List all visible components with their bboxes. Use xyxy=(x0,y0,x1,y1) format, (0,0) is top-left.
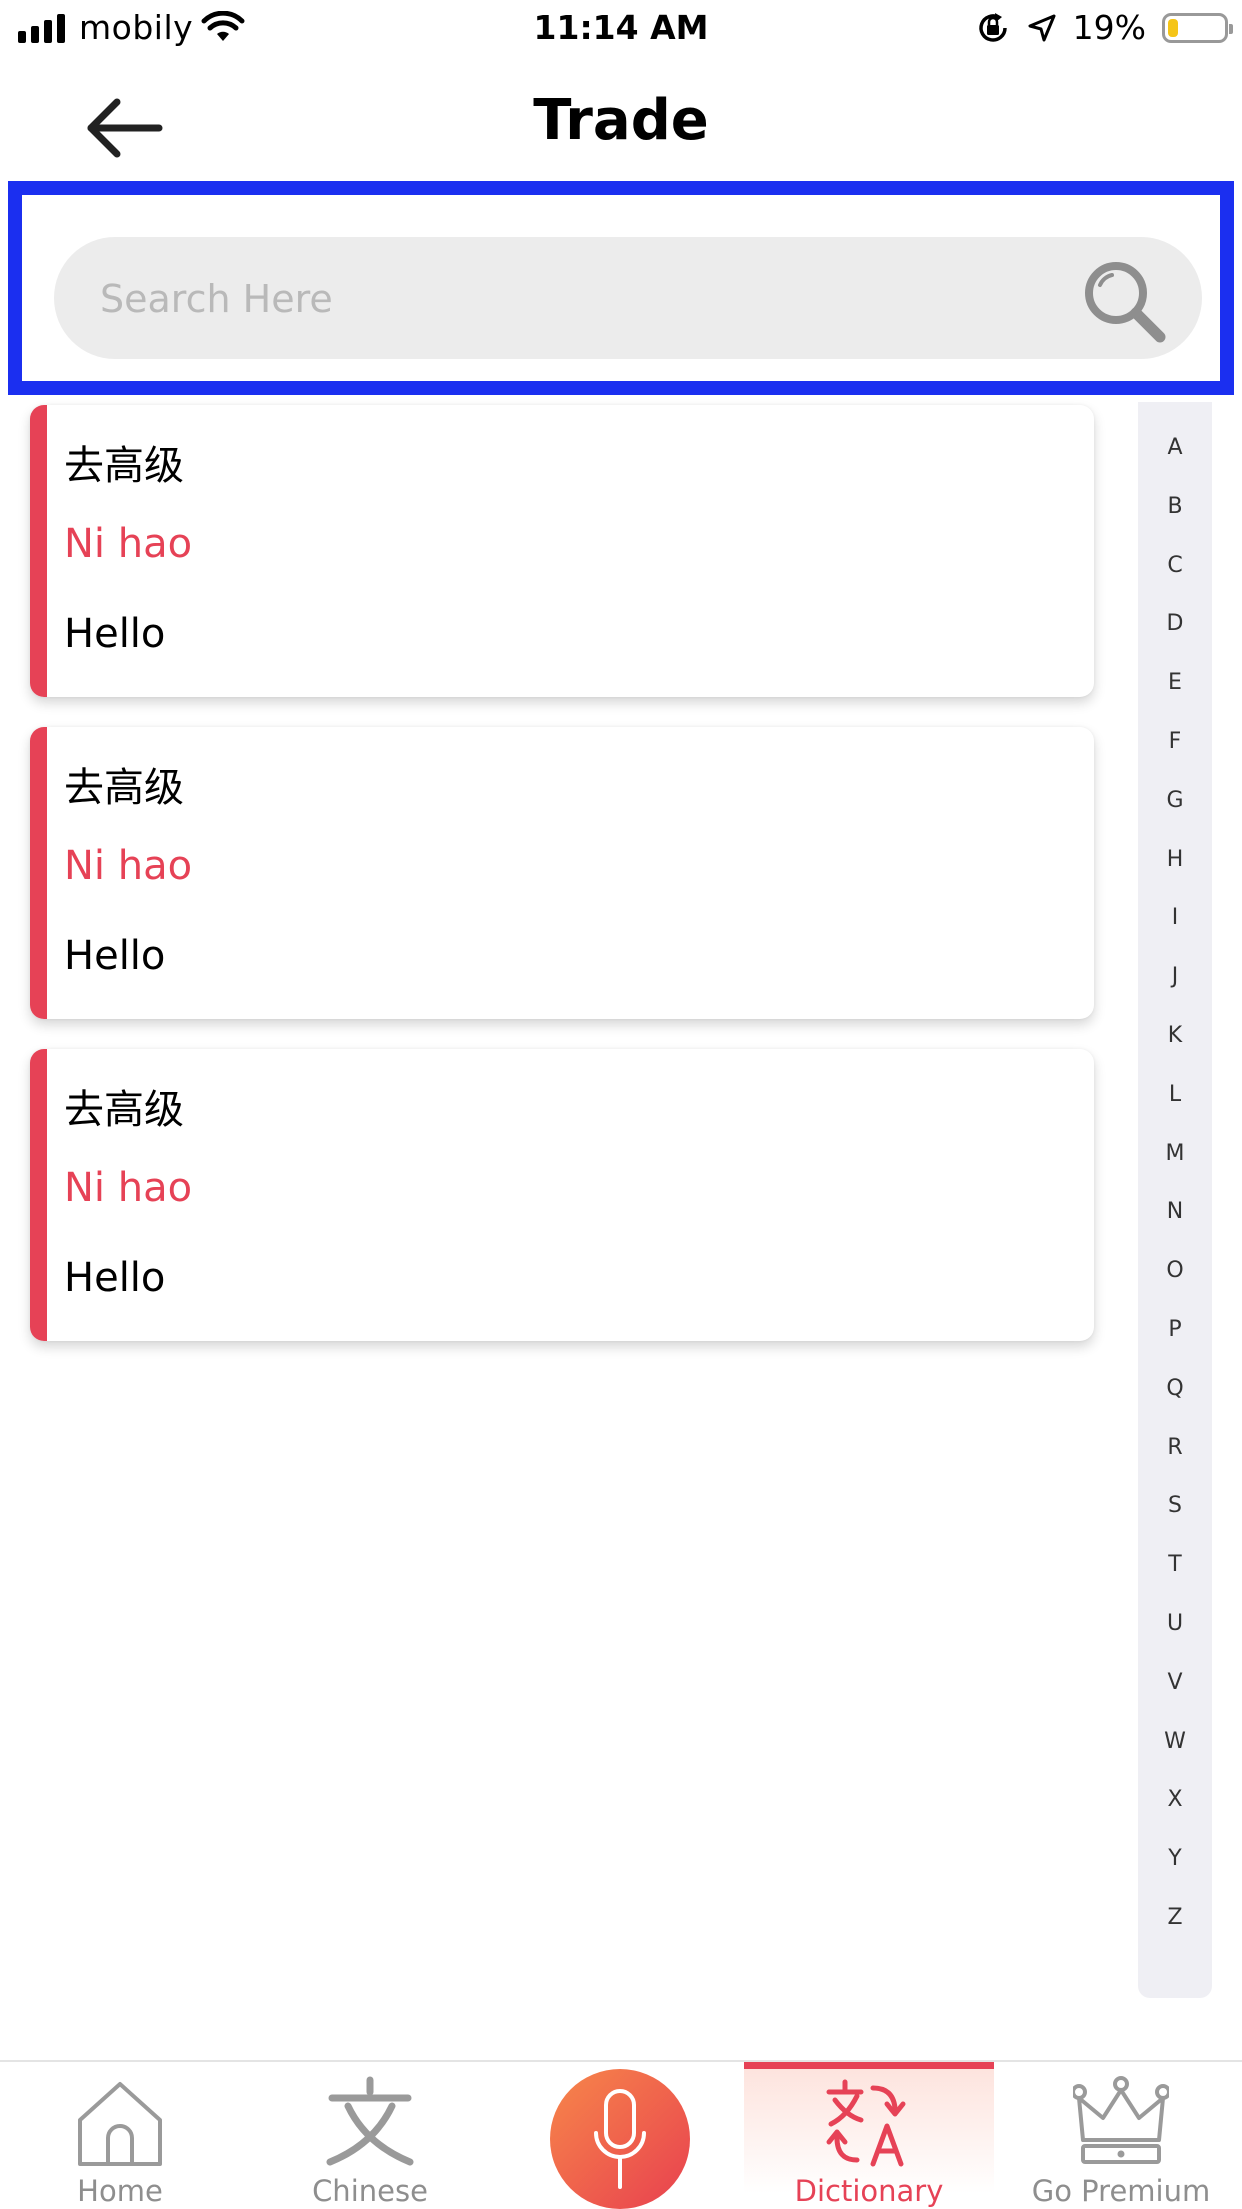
index-letter[interactable]: G xyxy=(1138,788,1212,813)
microphone-button[interactable] xyxy=(550,2069,690,2209)
tab-dictionary-label: Dictionary xyxy=(794,2174,944,2208)
index-letter[interactable]: I xyxy=(1138,905,1212,930)
index-letter[interactable]: R xyxy=(1138,1435,1212,1460)
magnifier-icon[interactable] xyxy=(1078,255,1170,347)
battery-fill xyxy=(1168,18,1178,37)
tab-go-premium[interactable]: Go Premium xyxy=(1000,2062,1242,2208)
entry-pinyin: Ni hao xyxy=(64,843,193,889)
chinese-character-icon xyxy=(326,2076,414,2166)
index-letter[interactable]: N xyxy=(1138,1199,1212,1224)
index-letter[interactable]: E xyxy=(1138,670,1212,695)
index-letter[interactable]: Y xyxy=(1138,1846,1212,1871)
search-bar[interactable] xyxy=(54,237,1202,361)
entry-card[interactable]: 去高级 Ni hao Hello xyxy=(30,405,1094,697)
house-icon xyxy=(78,2082,162,2166)
entry-chinese: 去高级 xyxy=(64,1087,184,1133)
index-letter[interactable]: S xyxy=(1138,1493,1212,1518)
entry-card[interactable]: 去高级 Ni hao Hello xyxy=(30,1049,1094,1341)
nav-bar: Trade xyxy=(0,62,1242,182)
index-letter[interactable]: A xyxy=(1138,435,1212,460)
index-letter[interactable]: B xyxy=(1138,494,1212,519)
index-letter[interactable]: W xyxy=(1138,1729,1212,1754)
search-container xyxy=(8,181,1234,395)
status-bar: mobily 11:14 AM 19% xyxy=(0,0,1242,62)
rotation-lock-icon xyxy=(978,12,1007,42)
crown-icon xyxy=(1073,2076,1169,2164)
index-letter[interactable]: Z xyxy=(1138,1905,1212,1930)
tab-go-premium-label: Go Premium xyxy=(1031,2174,1211,2208)
index-letter[interactable]: Q xyxy=(1138,1376,1212,1401)
battery-icon xyxy=(1162,12,1233,43)
card-accent-bar xyxy=(30,405,47,697)
card-accent-bar xyxy=(30,1049,47,1341)
tab-chinese-label: Chinese xyxy=(312,2174,428,2208)
entry-english: Hello xyxy=(64,1255,166,1301)
tab-home-label: Home xyxy=(77,2174,163,2208)
index-letter[interactable]: D xyxy=(1138,611,1212,636)
entry-list: 去高级 Ni hao Hello 去高级 Ni hao Hello 去高级 Ni… xyxy=(30,405,1094,1371)
index-letter[interactable]: J xyxy=(1138,964,1212,989)
tab-dictionary[interactable]: Dictionary xyxy=(744,2062,994,2208)
index-letter[interactable]: U xyxy=(1138,1611,1212,1636)
index-letter[interactable]: L xyxy=(1138,1082,1212,1107)
entry-pinyin: Ni hao xyxy=(64,1165,193,1211)
entry-chinese: 去高级 xyxy=(64,443,184,489)
translate-icon xyxy=(826,2079,906,2167)
battery-percent: 19% xyxy=(1072,8,1146,47)
index-letter[interactable]: V xyxy=(1138,1670,1212,1695)
tab-chinese[interactable]: Chinese xyxy=(250,2062,490,2208)
index-letter[interactable]: F xyxy=(1138,729,1212,754)
index-letter[interactable]: K xyxy=(1138,1023,1212,1048)
entry-pinyin: Ni hao xyxy=(64,521,193,567)
entry-card[interactable]: 去高级 Ni hao Hello xyxy=(30,727,1094,1019)
card-accent-bar xyxy=(30,727,47,1019)
entry-english: Hello xyxy=(64,933,166,979)
alphabet-index[interactable]: A B C D E F G H I J K L M N O P Q R S T U V W X Y Z xyxy=(1138,402,1212,1998)
entry-english: Hello xyxy=(64,611,166,657)
index-letter[interactable]: T xyxy=(1138,1552,1212,1577)
microphone-icon xyxy=(594,2089,646,2189)
page-title: Trade xyxy=(533,88,709,153)
search-input[interactable] xyxy=(98,237,1002,361)
index-letter[interactable]: M xyxy=(1138,1141,1212,1166)
index-letter[interactable]: O xyxy=(1138,1258,1212,1283)
index-letter[interactable]: C xyxy=(1138,553,1212,578)
status-right: 19% xyxy=(975,8,1233,47)
index-letter[interactable]: H xyxy=(1138,847,1212,872)
location-arrow-icon xyxy=(1028,14,1056,41)
entry-chinese: 去高级 xyxy=(64,765,184,811)
tab-home[interactable]: Home xyxy=(0,2062,240,2208)
index-letter[interactable]: P xyxy=(1138,1317,1212,1342)
index-letter[interactable]: X xyxy=(1138,1787,1212,1812)
